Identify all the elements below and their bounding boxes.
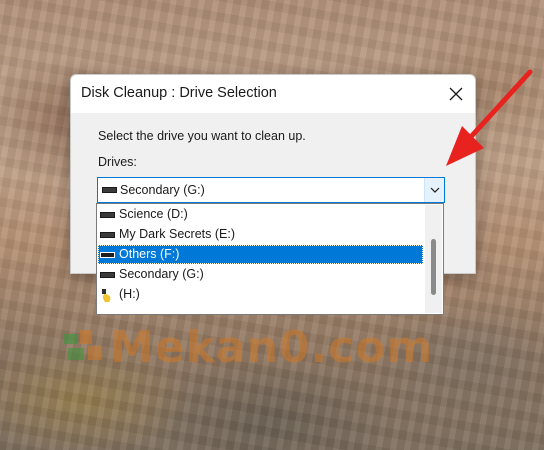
watermark-logo-icon	[64, 330, 102, 360]
drives-combobox[interactable]: Secondary (G:)	[97, 177, 445, 203]
hard-drive-icon	[100, 272, 115, 278]
drive-option-d[interactable]: Science (D:)	[98, 205, 423, 224]
hard-drive-icon	[102, 187, 117, 193]
drives-dropdown-list: Science (D:) My Dark Secrets (E:) Others…	[96, 203, 444, 315]
drive-option-label: (H:)	[119, 287, 140, 301]
dialog-title: Disk Cleanup : Drive Selection	[81, 85, 277, 101]
drive-option-label: Science (D:)	[119, 207, 188, 221]
drive-option-label: My Dark Secrets (E:)	[119, 227, 235, 241]
drive-option-label: Others (F:)	[119, 247, 180, 261]
usb-drive-icon	[102, 289, 111, 302]
title-bar: Disk Cleanup : Drive Selection	[71, 75, 475, 113]
drive-option-h[interactable]: (H:)	[98, 285, 423, 304]
dropdown-scrollbar[interactable]	[425, 205, 442, 313]
drive-option-f[interactable]: Others (F:)	[98, 245, 423, 264]
watermark-text: Mekan0.com	[110, 322, 434, 373]
hard-drive-icon	[100, 212, 115, 218]
chevron-down-icon	[430, 187, 439, 193]
drive-option-e[interactable]: My Dark Secrets (E:)	[98, 225, 423, 244]
instruction-text: Select the drive you want to clean up.	[98, 129, 306, 143]
drives-combobox-value: Secondary (G:)	[120, 183, 205, 197]
scrollbar-thumb[interactable]	[431, 239, 436, 295]
drive-option-label: Secondary (G:)	[119, 267, 204, 281]
drive-option-g[interactable]: Secondary (G:)	[98, 265, 423, 284]
drives-label: Drives:	[98, 155, 137, 169]
red-arrow-annotation	[446, 69, 533, 166]
hard-drive-icon	[100, 232, 115, 238]
hard-drive-icon	[100, 252, 115, 258]
